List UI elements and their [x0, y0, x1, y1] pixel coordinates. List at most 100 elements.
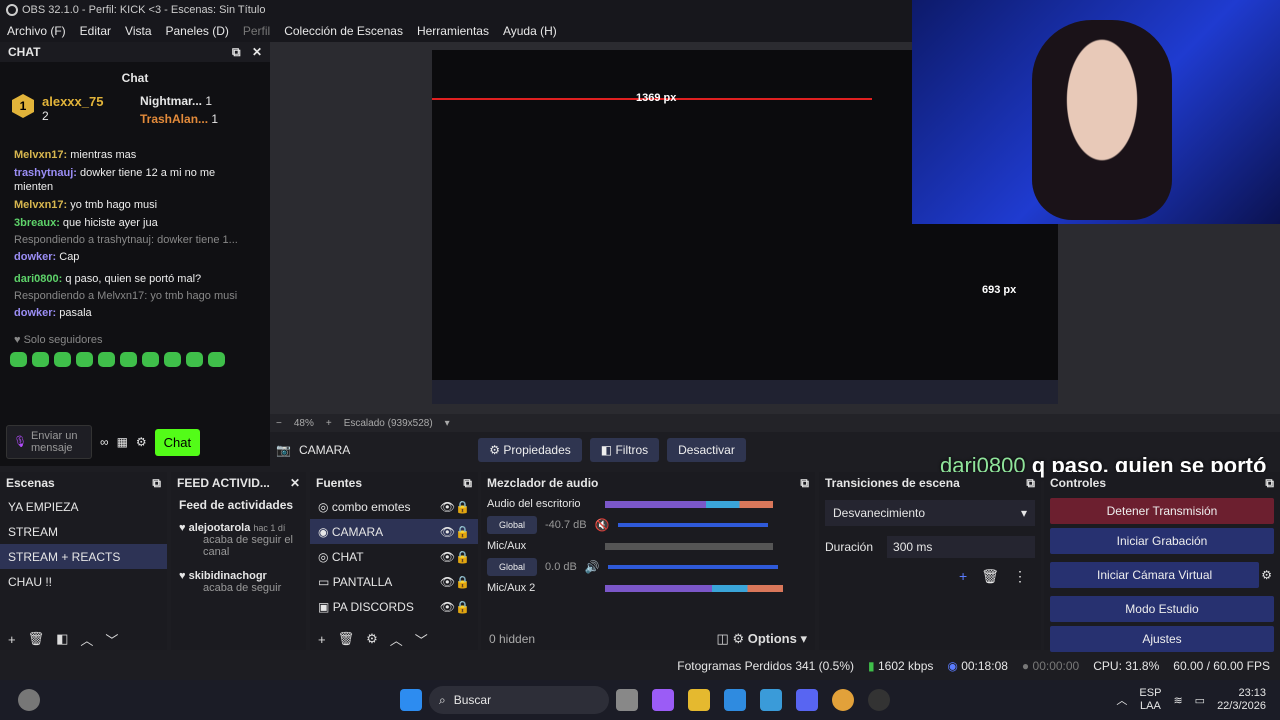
eye-icon[interactable]: 👁 [440, 600, 455, 614]
eye-icon[interactable]: 👁 [440, 550, 455, 564]
transition-select[interactable]: Desvanecimiento ▾ [825, 500, 1035, 526]
scene-item[interactable]: YA EMPIEZA [0, 494, 167, 519]
mixer-gear-icon[interactable]: ⚙ [732, 631, 744, 646]
menu-tools[interactable]: Herramientas [410, 24, 496, 38]
trash-icon[interactable]: 🗑 [338, 631, 355, 647]
global-button[interactable]: Global [487, 558, 538, 576]
trash-icon[interactable]: 🗑 [28, 631, 45, 647]
folder-icon[interactable] [688, 689, 710, 711]
source-item[interactable]: ▭ PANTALLA 👁 🔒 [310, 569, 478, 594]
float-icon[interactable]: ⧉ [1265, 476, 1274, 491]
filter-icon[interactable]: ◧ [56, 631, 68, 647]
float-icon[interactable]: ⧉ [1026, 476, 1035, 491]
zoom-level[interactable]: 48% [294, 418, 314, 429]
menu-scene-collection[interactable]: Colección de Escenas [277, 24, 410, 38]
trash-icon[interactable]: 🗑 [981, 568, 999, 585]
chat-username[interactable]: 3breaux: [14, 217, 60, 229]
emote-icon[interactable] [186, 352, 203, 367]
source-item[interactable]: ▣ PA DISCORDS 👁 🔒 [310, 594, 478, 619]
menu-file[interactable]: Archivo (F) [0, 24, 73, 38]
infinity-icon[interactable]: ∞ [100, 435, 109, 449]
layout-icon[interactable]: ◫ [717, 631, 729, 646]
obs-taskbar-icon[interactable] [868, 689, 890, 711]
store-icon[interactable] [724, 689, 746, 711]
add-icon[interactable]: + [318, 632, 326, 647]
scene-item[interactable]: CHAU !! [0, 569, 167, 594]
chat-username[interactable]: trashytnauj: [14, 167, 77, 179]
add-icon[interactable]: + [959, 568, 967, 585]
menu-view[interactable]: Vista [118, 24, 158, 38]
taskview-icon[interactable] [616, 689, 638, 711]
clock-time[interactable]: 23:13 [1217, 687, 1266, 700]
float-icon[interactable]: ⧉ [232, 45, 241, 59]
properties-button[interactable]: ⚙ Propiedades [478, 438, 582, 462]
language[interactable]: ESP [1139, 687, 1161, 700]
emote-icon[interactable] [76, 352, 93, 367]
float-icon[interactable]: ⧉ [463, 476, 472, 491]
eye-icon[interactable]: 👁 [440, 525, 455, 539]
emote-icon[interactable] [32, 352, 49, 367]
lock-icon[interactable]: 🔒 [455, 600, 470, 614]
chevron-down-icon[interactable]: ▾ [445, 418, 450, 429]
chat-username[interactable]: Melvxn17: [14, 149, 67, 161]
stop-stream-button[interactable]: Detener Transmisión [1050, 498, 1274, 524]
global-button[interactable]: Global [487, 516, 538, 534]
eye-icon[interactable]: 👁 [440, 500, 455, 514]
copilot-icon[interactable] [652, 689, 674, 711]
gear-icon[interactable]: ⚙ [366, 631, 378, 647]
filters-button[interactable]: ◧ Filtros [589, 438, 660, 462]
taskbar-search[interactable]: ⌕ Buscar [429, 686, 609, 714]
virtual-camera-button[interactable]: Iniciar Cámara Virtual [1050, 562, 1260, 588]
chevron-up-icon[interactable]: ︿ [1116, 692, 1127, 708]
scene-item[interactable]: STREAM [0, 519, 167, 544]
emote-icon[interactable] [120, 352, 137, 367]
add-icon[interactable]: + [8, 632, 16, 647]
close-icon[interactable]: ✕ [252, 45, 262, 59]
emote-icon[interactable] [164, 352, 181, 367]
down-icon[interactable]: ﹀ [105, 630, 118, 649]
volume-slider[interactable] [617, 523, 768, 527]
eye-icon[interactable]: 👁 [440, 575, 455, 589]
settings-button[interactable]: Ajustes [1050, 626, 1274, 652]
chevron-down-icon[interactable]: ▾ [800, 631, 807, 646]
chat-input[interactable]: 🎙 Enviar un mensaje [6, 425, 92, 459]
scene-item[interactable]: STREAM + REACTS [0, 544, 167, 569]
windows-start-icon[interactable] [400, 689, 422, 711]
float-icon[interactable]: ⧉ [152, 476, 161, 491]
chat-username[interactable]: dowker: [14, 251, 56, 263]
options-button[interactable]: Options [748, 631, 797, 646]
studio-mode-button[interactable]: Modo Estudio [1050, 596, 1274, 622]
start-recording-button[interactable]: Iniciar Grabación [1050, 528, 1274, 554]
menu-help[interactable]: Ayuda (H) [496, 24, 564, 38]
down-icon[interactable]: ﹀ [415, 630, 428, 649]
emote-icon[interactable] [208, 352, 225, 367]
deactivate-button[interactable]: Desactivar [667, 438, 746, 462]
float-icon[interactable]: ⧉ [800, 476, 809, 491]
lock-icon[interactable]: 🔒 [455, 550, 470, 564]
source-item[interactable]: ◎ CHAT 👁 🔒 [310, 544, 478, 569]
speaker-icon[interactable]: 🔊 [585, 560, 600, 574]
wifi-icon[interactable]: ≋ [1173, 694, 1182, 707]
store-icon[interactable]: ▦ [117, 435, 128, 449]
lock-icon[interactable]: 🔒 [455, 525, 470, 539]
emote-icon[interactable] [98, 352, 115, 367]
up-icon[interactable]: ︿ [80, 630, 93, 649]
emote-icon[interactable] [142, 352, 159, 367]
more-icon[interactable]: ⋮ [1013, 568, 1027, 585]
menu-profile[interactable]: Perfil [236, 24, 277, 38]
emote-icon[interactable] [54, 352, 71, 367]
chat-username[interactable]: dari0800: [14, 273, 62, 285]
emote-icon[interactable] [10, 352, 27, 367]
mic-icon[interactable]: 🎙 [13, 436, 27, 448]
zoom-out-icon[interactable]: − [276, 418, 282, 429]
lock-icon[interactable]: 🔒 [455, 500, 470, 514]
chat-username[interactable]: Melvxn17: [14, 199, 67, 211]
lock-icon[interactable]: 🔒 [455, 575, 470, 589]
battery-icon[interactable]: ▭ [1195, 694, 1205, 707]
scale-select[interactable]: Escalado (939x528) [344, 418, 433, 429]
gear-icon[interactable]: ⚙ [1261, 568, 1272, 582]
source-item[interactable]: ◎ combo emotes 👁 🔒 [310, 494, 478, 519]
weather-icon[interactable] [18, 689, 40, 711]
discord-icon[interactable] [796, 689, 818, 711]
app-icon[interactable] [760, 689, 782, 711]
